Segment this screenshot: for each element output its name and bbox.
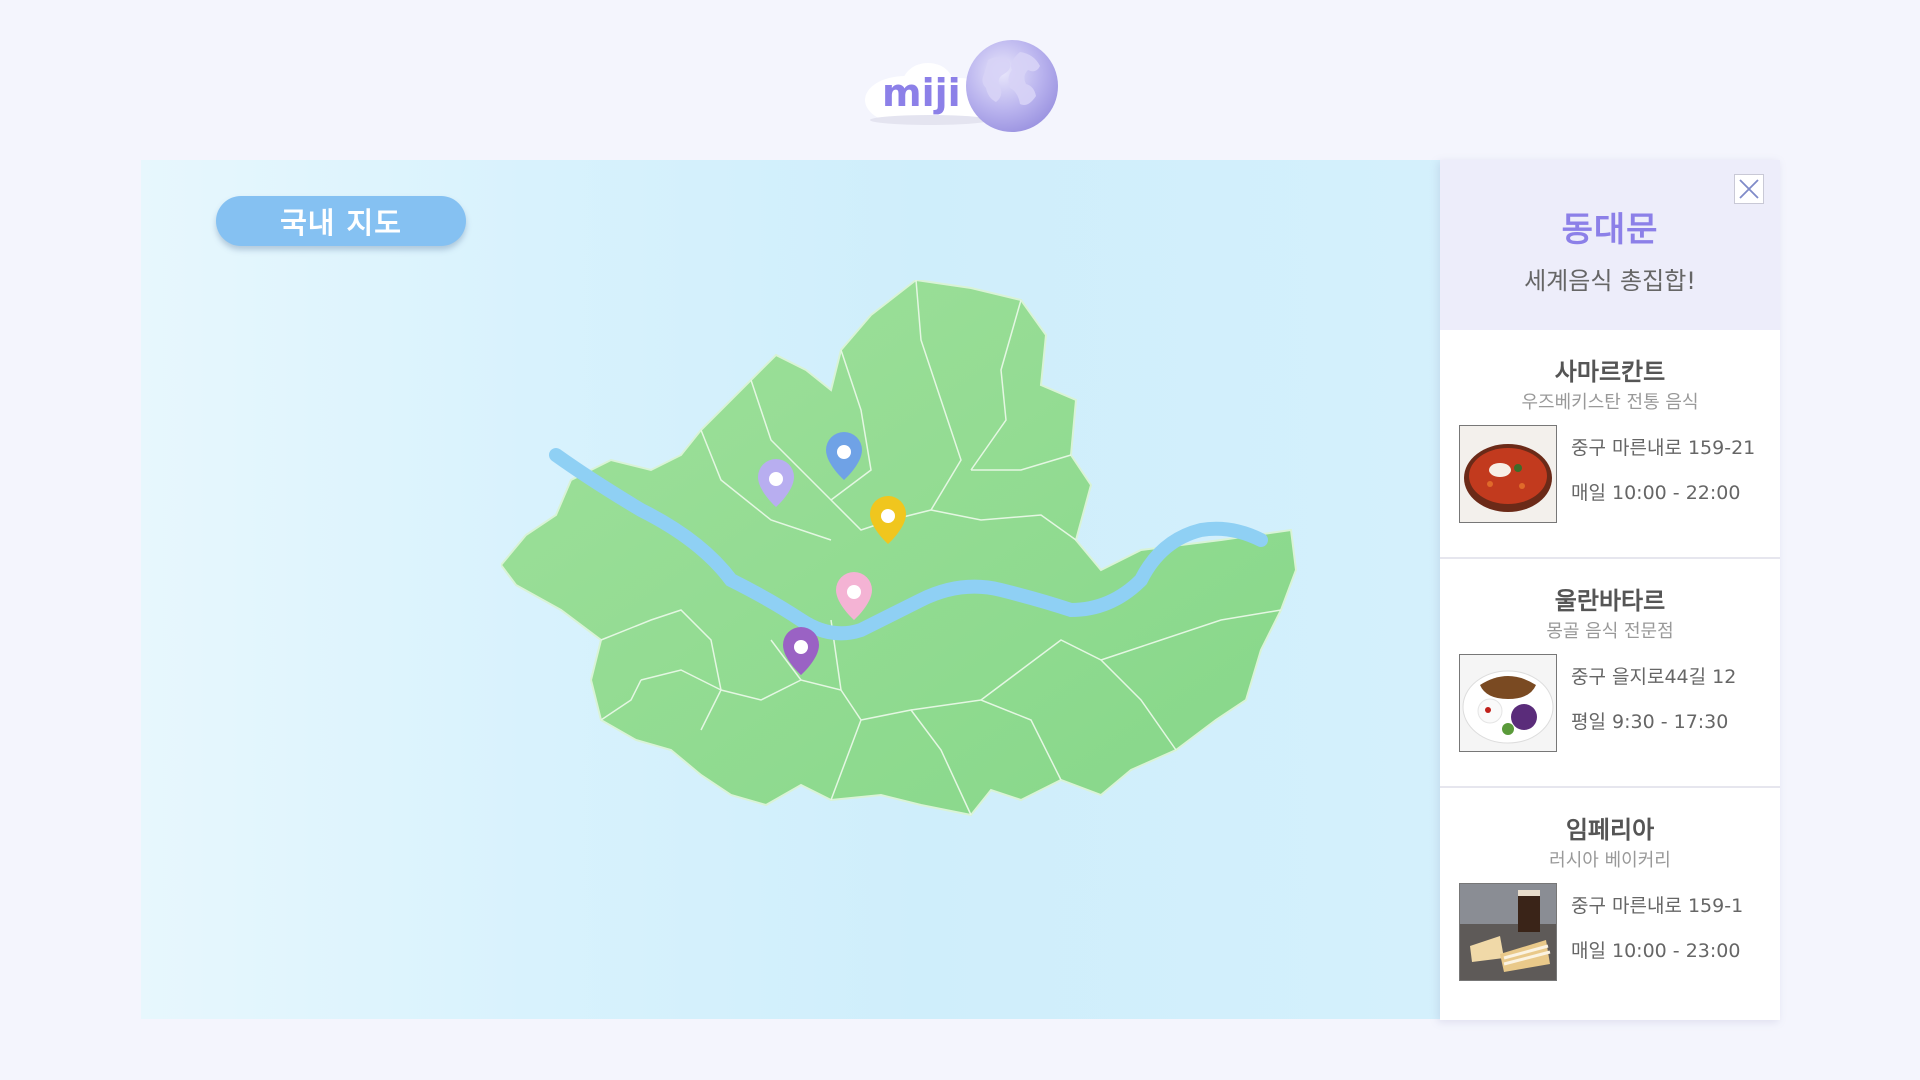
place-title: 동대문	[1561, 210, 1659, 250]
restaurant-photo	[1459, 425, 1557, 523]
place-header: 동대문 세계음식 총집합!	[1440, 160, 1780, 330]
restaurant-name: 울란바타르	[1554, 587, 1666, 615]
restaurant-hours: 평일 9:30 - 17:30	[1571, 711, 1729, 733]
restaurant-hours: 매일 10:00 - 22:00	[1571, 482, 1741, 504]
logo-text: miji	[882, 71, 961, 115]
restaurant-card[interactable]: 사마르칸트 우즈베키스탄 전통 음식 중구 마른내로 159-21 매일 10:…	[1440, 330, 1780, 559]
restaurant-hours: 매일 10:00 - 23:00	[1571, 940, 1741, 962]
close-icon	[1739, 179, 1759, 199]
restaurant-address: 중구 마른내로 159-1	[1571, 895, 1744, 917]
restaurant-name: 사마르칸트	[1554, 358, 1666, 386]
restaurant-photo	[1459, 883, 1557, 981]
close-button[interactable]	[1734, 174, 1764, 204]
place-detail-panel: 동대문 세계음식 총집합! 사마르칸트 우즈베키스탄 전통 음식 중구 마른내로…	[1440, 160, 1780, 1020]
restaurant-card[interactable]: 임페리아 러시아 베이커리 중구 마른내로 159-1 매일 10:00 - 2…	[1440, 788, 1780, 1017]
seoul-map	[501, 280, 1298, 817]
restaurant-desc: 우즈베키스탄 전통 음식	[1521, 392, 1699, 413]
restaurant-name: 임페리아	[1565, 816, 1655, 844]
restaurant-desc: 몽골 음식 전문점	[1546, 621, 1674, 642]
restaurant-desc: 러시아 베이커리	[1549, 850, 1671, 871]
miji-logo[interactable]: miji	[860, 30, 1060, 140]
place-subtitle: 세계음식 총집합!	[1524, 267, 1696, 295]
domestic-map-tab[interactable]: 국내 지도	[216, 196, 466, 246]
restaurant-address: 중구 마른내로 159-21	[1571, 437, 1756, 459]
map-panel: 국내 지도	[141, 160, 1440, 1019]
restaurant-photo	[1459, 654, 1557, 752]
restaurant-card[interactable]: 울란바타르 몽골 음식 전문점 중구 을지로44길 12 평일 9:30 - 1…	[1440, 559, 1780, 788]
restaurant-address: 중구 을지로44길 12	[1571, 666, 1737, 688]
